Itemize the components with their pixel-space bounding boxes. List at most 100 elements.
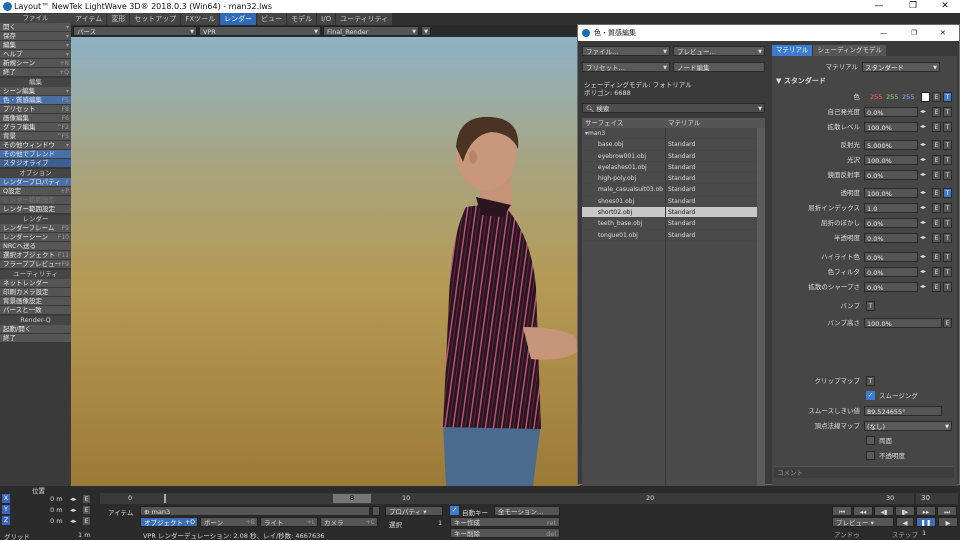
next-key-icon[interactable]: ▸▸	[916, 506, 936, 516]
texture-button[interactable]: T	[943, 267, 952, 277]
sidebar-button[interactable]: シーン編集 ▾	[0, 87, 71, 96]
texture-button[interactable]: T	[943, 140, 952, 150]
axis-value-field[interactable]: 0 m	[50, 506, 63, 514]
surface-row[interactable]: shoes01.obj Standard	[582, 196, 765, 208]
prev-key-icon[interactable]: ◂◂	[853, 506, 873, 516]
pause-icon[interactable]: ❚❚	[916, 517, 936, 527]
menu-tab[interactable]: セットアップ	[130, 13, 182, 25]
sidebar-button[interactable]: 画像編集 F6	[0, 114, 71, 123]
menu-tab[interactable]: ユーティリティ	[336, 13, 394, 25]
node-edit-button[interactable]: ノード編集	[673, 62, 765, 72]
bump-envelope-button[interactable]: E	[943, 318, 952, 328]
close-button[interactable]: ✕	[930, 0, 960, 13]
play-reverse-icon[interactable]: ◀	[896, 517, 914, 527]
preset-menu-button[interactable]: プリセット… ▼	[582, 62, 670, 72]
param-value-field[interactable]: 0.0%	[864, 233, 918, 243]
frame-scrubber[interactable]	[164, 494, 166, 503]
sidebar-button[interactable]: ヘルプ ▾	[0, 50, 71, 59]
sidebar-button[interactable]: その他でブレンド	[0, 150, 71, 159]
surface-row[interactable]: short02.obj Standard	[582, 207, 765, 219]
slider-arrows-icon[interactable]: ◂▸	[920, 252, 926, 262]
sidebar-button[interactable]: 開く ▾	[0, 23, 71, 32]
menu-tab[interactable]: レンダー	[220, 13, 258, 25]
axis-value-field[interactable]: 0 m	[50, 495, 63, 503]
preview-menu-button[interactable]: プレビュー… ▼	[673, 46, 765, 56]
view-type-dropdown[interactable]: パース ▼	[73, 26, 197, 36]
material-column-header[interactable]: マテリアル	[665, 118, 700, 128]
cameras-mode-button[interactable]: カメラ +C	[320, 517, 378, 527]
sidebar-button[interactable]: グラフ編集 ^F2	[0, 123, 71, 132]
file-menu-button[interactable]: ファイル… ▼	[582, 46, 670, 56]
comment-field[interactable]: コメント	[774, 466, 954, 478]
smooth-threshold-field[interactable]: 89.524655°	[864, 406, 942, 416]
sidebar-button[interactable]: ネットレンダー	[0, 279, 71, 288]
color-swatch[interactable]	[921, 92, 930, 102]
sidebar-button[interactable]: 起動/開く	[0, 325, 71, 334]
param-value-field[interactable]: 1.0	[864, 203, 918, 213]
objects-mode-button[interactable]: オブジェクト +O	[140, 517, 198, 527]
sidebar-button[interactable]: スタジオライブ	[0, 159, 71, 168]
surface-row[interactable]: tongue01.obj Standard	[582, 230, 765, 241]
surface-row[interactable]: eyebrow001.obj Standard	[582, 151, 765, 162]
double-sided-checkbox[interactable]	[866, 436, 875, 445]
sidebar-button[interactable]: 終了 +Q	[0, 68, 71, 77]
list-scrollbar[interactable]	[757, 128, 765, 501]
color-g-value[interactable]: 255	[886, 92, 898, 102]
delete-key-button[interactable]: キー削除 del	[450, 528, 560, 538]
menu-tab[interactable]: モデル	[287, 13, 318, 25]
sidebar-button[interactable]: レンダー範囲設定	[0, 205, 71, 214]
param-value-field[interactable]: 0.0%	[864, 267, 918, 277]
envelope-button[interactable]: E	[932, 252, 941, 262]
texture-button[interactable]: T	[943, 218, 952, 228]
axis-value-field[interactable]: 0 m	[50, 517, 63, 525]
envelope-button[interactable]: E	[932, 170, 941, 180]
sidebar-button[interactable]: 終了	[0, 334, 71, 343]
param-value-field[interactable]: 0.0%	[864, 107, 918, 117]
envelope-button[interactable]: E	[932, 188, 941, 198]
slider-arrows-icon[interactable]: ◂▸	[920, 203, 926, 213]
texture-button[interactable]: T	[943, 203, 952, 213]
texture-button[interactable]: T	[943, 252, 952, 262]
slider-arrows-icon[interactable]: ◂▸	[920, 140, 926, 150]
slider-arrows-icon[interactable]: ◂▸	[920, 122, 926, 132]
texture-button[interactable]: T	[943, 282, 952, 292]
envelope-button[interactable]: E	[932, 267, 941, 277]
sidebar-button[interactable]: NRCへ送る	[0, 242, 71, 251]
sidebar-button[interactable]: 印刷カメラ設定	[0, 288, 71, 297]
menu-tab[interactable]: FXツール	[181, 13, 221, 25]
texture-button[interactable]: T	[943, 155, 952, 165]
sidebar-button[interactable]: パースと一致	[0, 306, 71, 315]
play-icon[interactable]: ▶	[938, 517, 958, 527]
sidebar-button[interactable]: 編集 ▾	[0, 41, 71, 50]
sidebar-button[interactable]: レンダー範囲設定	[0, 196, 71, 205]
surface-search-field[interactable]: 🔍︎ 検索 ▼	[582, 103, 765, 113]
axis-slider-icon[interactable]: ◂▸	[70, 506, 77, 514]
envelope-button[interactable]: E	[932, 140, 941, 150]
properties-button[interactable]: プロパティ ▾	[385, 506, 443, 516]
slider-arrows-icon[interactable]: ◂▸	[920, 188, 926, 198]
param-value-field[interactable]: 100.0%	[864, 188, 918, 198]
sidebar-button[interactable]: その他ウィンドウ ▾	[0, 141, 71, 150]
texture-button[interactable]: T	[943, 233, 952, 243]
material-type-dropdown[interactable]: スタンダード ▼	[862, 62, 940, 72]
sidebar-button[interactable]: 保存 ▾	[0, 32, 71, 41]
envelope-button[interactable]: E	[932, 92, 941, 102]
menu-tab[interactable]: 変形	[107, 13, 131, 25]
current-frame-field[interactable]: 8	[333, 494, 371, 503]
sidebar-button[interactable]: Q設定 +P	[0, 187, 71, 196]
create-key-button[interactable]: キー作成 ret	[450, 517, 560, 527]
opaque-checkbox[interactable]	[866, 451, 875, 460]
menu-tab[interactable]: I/O	[317, 13, 337, 25]
render-preset-dropdown[interactable]: Final_Render ▼	[323, 26, 419, 36]
go-to-start-icon[interactable]: ⏮	[832, 506, 852, 516]
surface-row[interactable]: male_casualsuit03.ob Standard	[582, 184, 765, 196]
end-frame-field[interactable]: 30	[916, 493, 958, 504]
texture-button[interactable]: T	[943, 92, 952, 102]
item-menu-button[interactable]	[372, 506, 380, 516]
slider-arrows-icon[interactable]: ◂▸	[920, 267, 926, 277]
envelope-button[interactable]: E	[932, 282, 941, 292]
maximize-button[interactable]: ❐	[898, 0, 928, 13]
vpr-mode-dropdown[interactable]: VPR ▼	[199, 26, 321, 36]
3d-viewport[interactable]	[71, 37, 580, 486]
surface-row[interactable]: teeth_base.obj Standard	[582, 218, 765, 230]
